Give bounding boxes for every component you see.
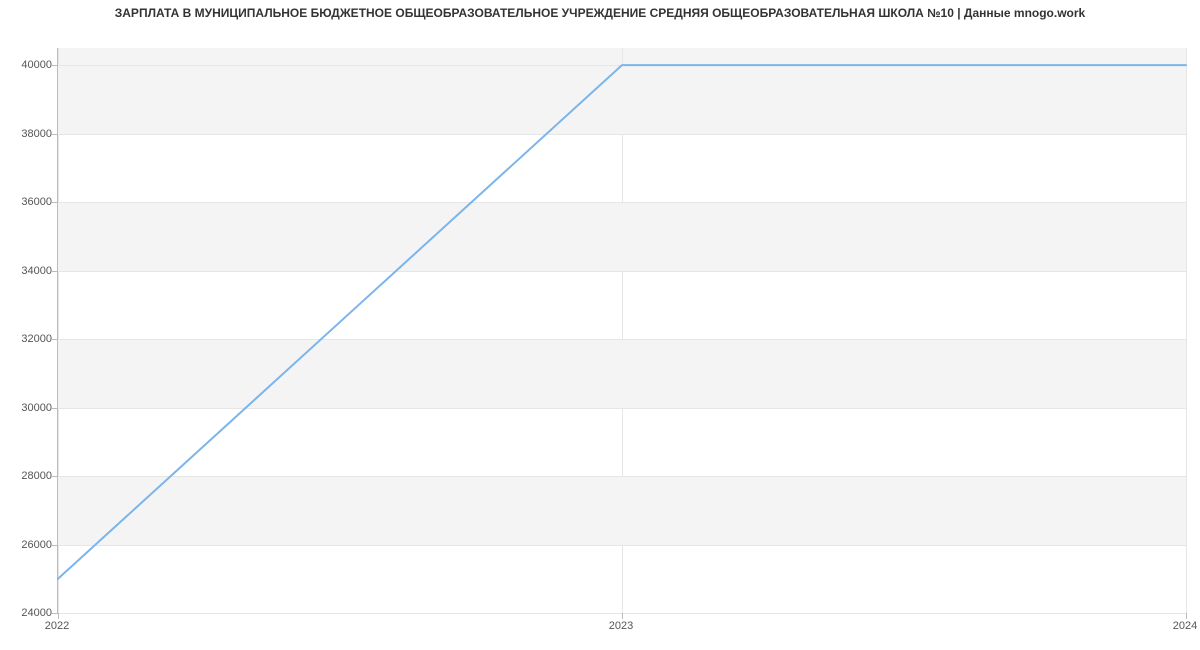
y-tick-label: 30000	[0, 402, 52, 414]
y-tick	[52, 271, 58, 272]
y-tick	[52, 65, 58, 66]
y-tick	[52, 545, 58, 546]
x-tick-label: 2022	[45, 620, 69, 632]
gridline-v	[1186, 48, 1187, 613]
plot-area	[57, 48, 1186, 614]
y-tick	[52, 134, 58, 135]
y-tick-label: 38000	[0, 128, 52, 140]
series-line	[58, 65, 1186, 579]
y-tick-label: 32000	[0, 333, 52, 345]
y-tick	[52, 339, 58, 340]
x-tick-label: 2023	[609, 620, 633, 632]
y-tick	[52, 408, 58, 409]
x-tick-label: 2024	[1173, 620, 1197, 632]
chart-title: ЗАРПЛАТА В МУНИЦИПАЛЬНОЕ БЮДЖЕТНОЕ ОБЩЕО…	[0, 6, 1200, 20]
line-canvas	[58, 48, 1186, 613]
x-tick	[1186, 613, 1187, 619]
x-tick	[622, 613, 623, 619]
y-tick-label: 26000	[0, 539, 52, 551]
y-tick-label: 36000	[0, 196, 52, 208]
y-tick-label: 28000	[0, 470, 52, 482]
y-tick-label: 40000	[0, 59, 52, 71]
y-tick-label: 24000	[0, 607, 52, 619]
y-tick-label: 34000	[0, 265, 52, 277]
y-tick	[52, 202, 58, 203]
x-tick	[58, 613, 59, 619]
y-tick	[52, 476, 58, 477]
